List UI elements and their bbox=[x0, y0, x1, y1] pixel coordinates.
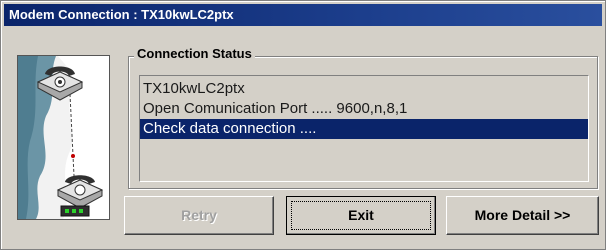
list-item[interactable]: TX10kwLC2ptx bbox=[140, 79, 588, 99]
connection-status-label: Connection Status bbox=[134, 46, 255, 61]
network-icon bbox=[60, 205, 90, 217]
window-title[interactable]: Modem Connection : TX10kwLC2ptx bbox=[4, 4, 602, 26]
exit-button[interactable]: Exit bbox=[286, 196, 436, 235]
retry-button[interactable]: Retry bbox=[124, 196, 274, 235]
more-detail-button[interactable]: More Detail >> bbox=[446, 196, 599, 235]
telephone-icon bbox=[36, 66, 84, 101]
connection-status-list[interactable]: TX10kwLC2ptx Open Comunication Port ....… bbox=[139, 75, 589, 182]
list-item-selected[interactable]: Check data connection .... bbox=[140, 119, 588, 139]
list-item[interactable]: Open Comunication Port ..... 9600,n,8,1 bbox=[140, 99, 588, 119]
focus-rectangle bbox=[291, 201, 431, 230]
